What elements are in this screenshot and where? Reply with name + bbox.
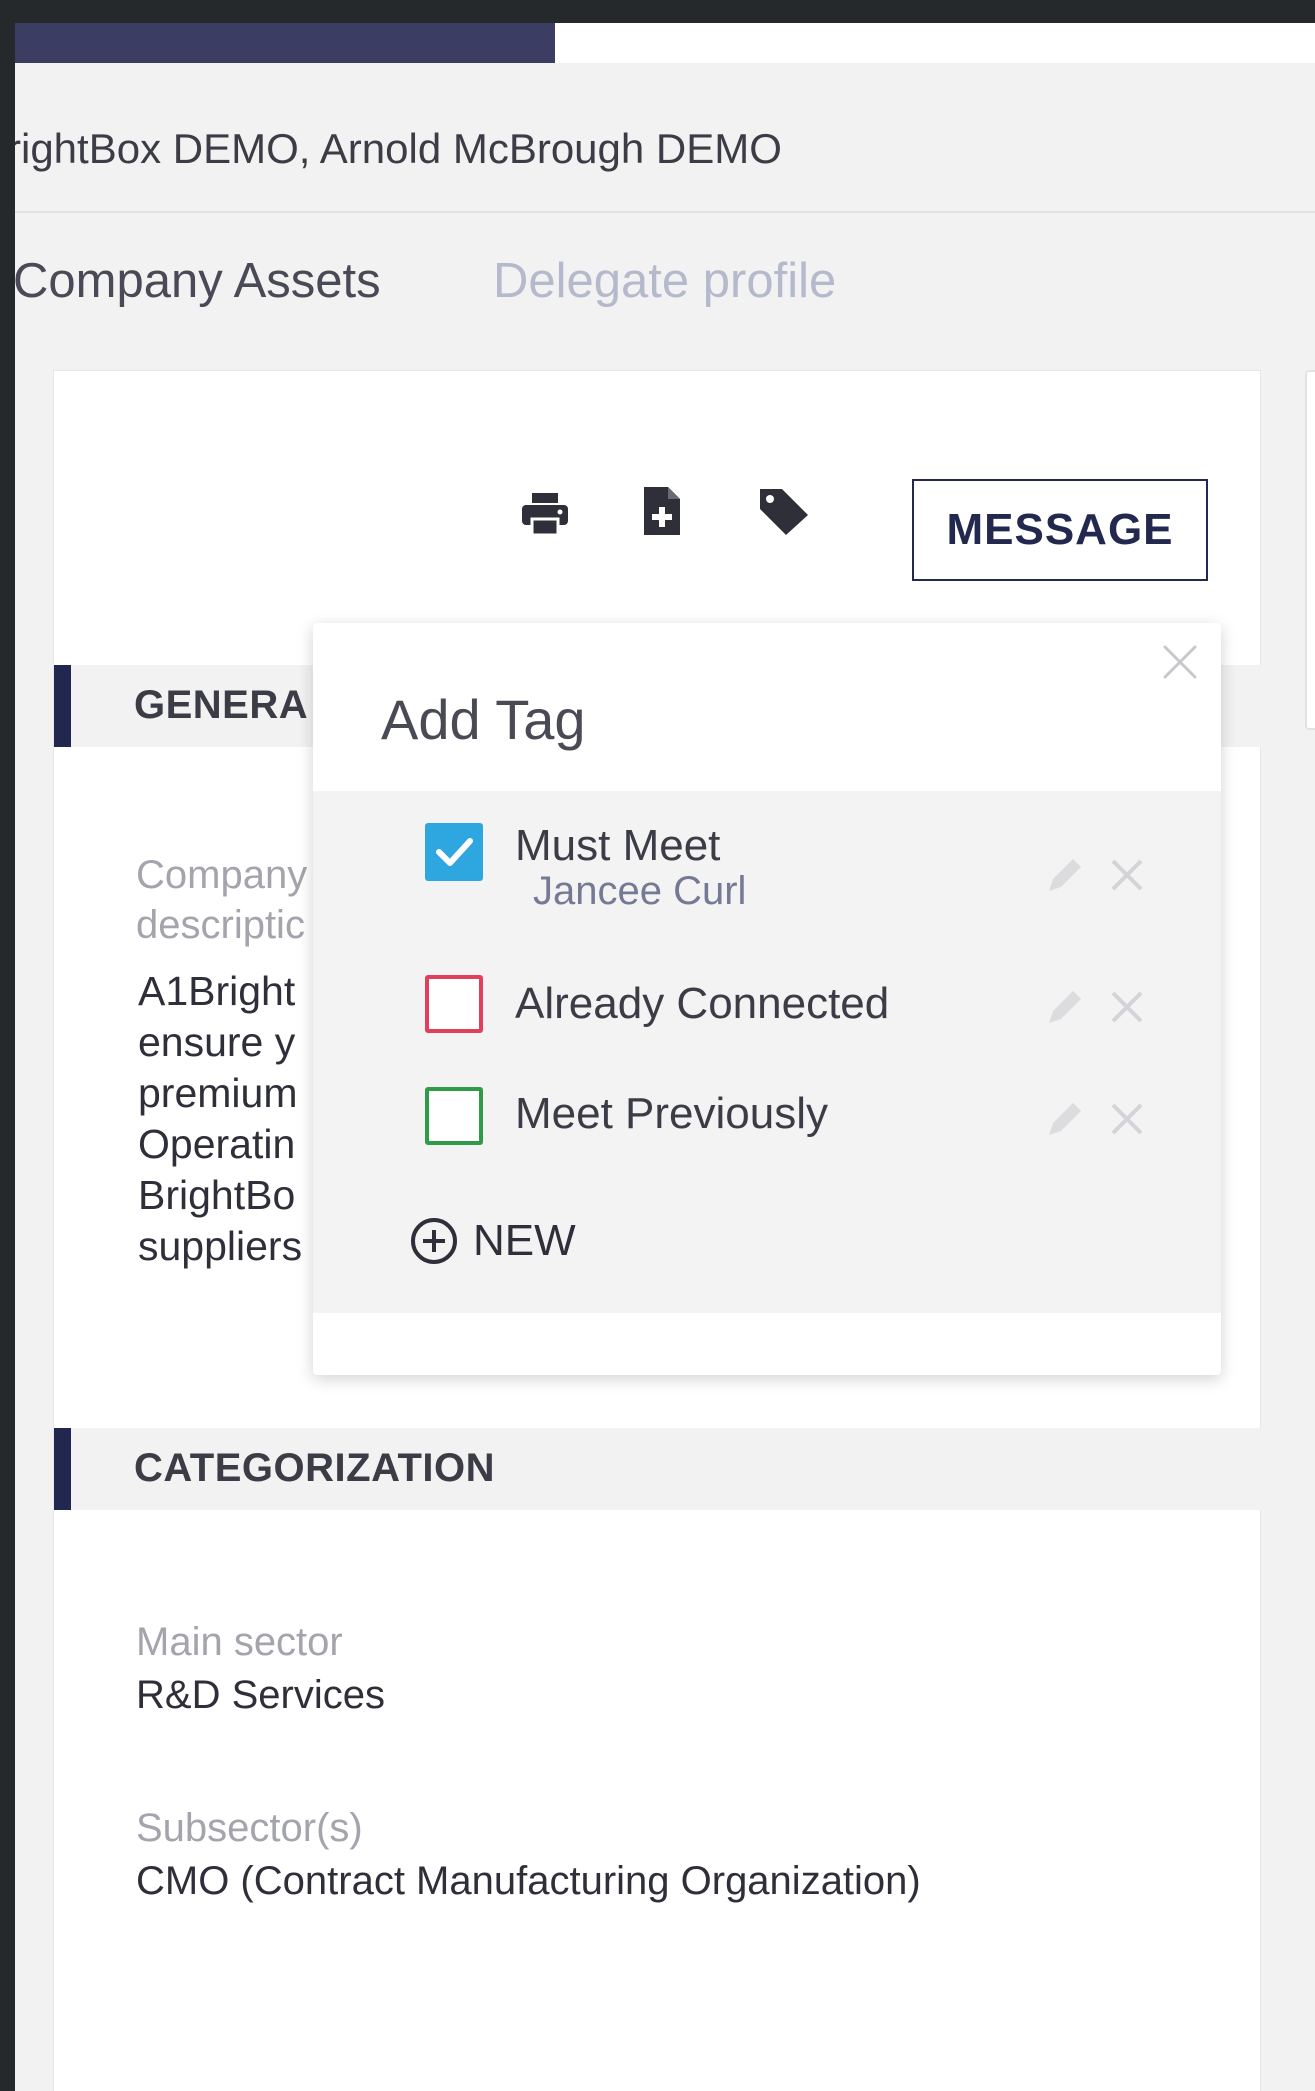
description-line: BrightBo [138, 1172, 296, 1218]
pencil-icon[interactable] [1041, 1097, 1087, 1148]
main-sector-label: Main sector [136, 1620, 343, 1664]
printer-icon[interactable] [520, 491, 570, 542]
tag-checkbox-already-connected[interactable] [425, 975, 483, 1033]
section-accent-bar [54, 1428, 71, 1510]
description-line: premium [138, 1070, 298, 1116]
tag-icon[interactable] [758, 487, 810, 542]
tab-company-assets[interactable]: Company Assets [15, 253, 381, 309]
new-tag-label: NEW [473, 1216, 576, 1265]
plus-circle-icon [411, 1218, 457, 1264]
categorization-section-header: CATEGORIZATION [54, 1428, 1262, 1510]
tag-name: Meet Previously [515, 1089, 829, 1138]
subsector-value: CMO (Contract Manufacturing Organization… [136, 1859, 921, 1903]
app-frame: rightBox DEMO, Arnold McBrough DEMO Comp… [15, 23, 1315, 2091]
description-line: A1Bright [138, 968, 296, 1014]
pencil-icon[interactable] [1041, 853, 1087, 904]
company-description-label-2: descriptic [136, 903, 305, 947]
tag-list: Must Meet Jancee Curl Already Connected [313, 791, 1221, 1313]
delete-icon[interactable] [1107, 987, 1147, 1032]
add-tag-title: Add Tag [381, 688, 586, 751]
check-icon [436, 838, 473, 866]
new-tag-button[interactable]: NEW [409, 1211, 576, 1271]
description-line: Operatin [138, 1121, 296, 1167]
file-add-icon[interactable] [642, 485, 682, 542]
message-button[interactable]: MESSAGE [912, 479, 1208, 581]
pencil-icon[interactable] [1041, 985, 1087, 1036]
company-description-text: A1Bright ensure y premium Operatin Brigh… [138, 966, 302, 1272]
general-section-title: GENERA [134, 683, 309, 727]
section-accent-bar [54, 665, 71, 747]
top-bar [555, 23, 1315, 63]
add-tag-popup: Add Tag Must Meet Jancee Curl Already Co… [313, 623, 1221, 1375]
description-line: suppliers [138, 1223, 303, 1269]
tag-checkbox-meet-previously[interactable] [425, 1087, 483, 1145]
tag-checkbox-must-meet[interactable] [425, 823, 483, 881]
description-line: ensure y [138, 1019, 296, 1065]
delete-icon[interactable] [1107, 1099, 1147, 1144]
tag-name: Already Connected [515, 979, 890, 1028]
breadcrumb-bar: rightBox DEMO, Arnold McBrough DEMO [15, 63, 1315, 213]
delete-icon[interactable] [1107, 855, 1147, 900]
main-sector-value: R&D Services [136, 1673, 385, 1717]
subsector-label: Subsector(s) [136, 1806, 363, 1850]
categorization-section-title: CATEGORIZATION [134, 1446, 496, 1490]
tag-name: Must Meet [515, 821, 721, 870]
tag-owner: Jancee Curl [533, 869, 747, 913]
side-panel [1305, 370, 1315, 730]
company-description-label: Company [136, 853, 308, 897]
close-icon[interactable] [1161, 643, 1199, 686]
top-banner [15, 23, 555, 63]
breadcrumb: rightBox DEMO, Arnold McBrough DEMO [15, 125, 782, 172]
tab-delegate-profile[interactable]: Delegate profile [493, 253, 836, 309]
